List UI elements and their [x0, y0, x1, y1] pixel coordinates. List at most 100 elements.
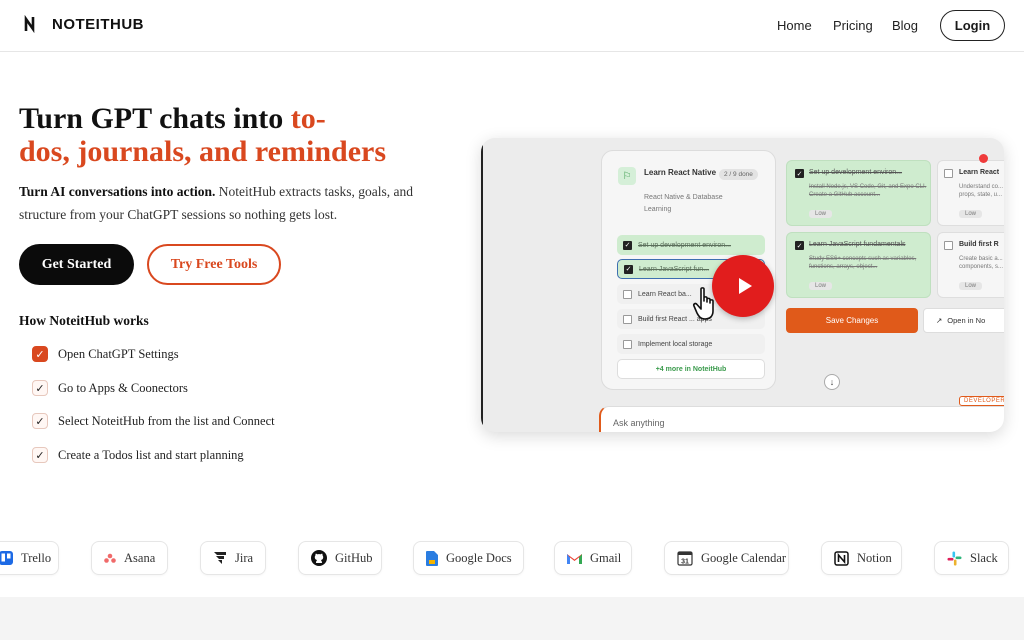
task-card-desc: Create basic a... components, s... [959, 256, 1004, 270]
integration-label: Jira [235, 550, 254, 565]
integration-label: Trello [21, 550, 52, 565]
todo-row-label: Set up development environ... [638, 241, 732, 249]
google-calendar-icon: 31 [677, 550, 693, 566]
task-card-title: Set up development environ... [809, 169, 903, 176]
play-icon [738, 278, 752, 294]
demo-video[interactable]: ⚐ Learn React Native React Native & Data… [481, 138, 1004, 432]
integration-label: Notion [857, 550, 892, 565]
todo-row-label: Implement local storage [638, 340, 713, 348]
brand-name: NOTEITHUB [52, 15, 144, 33]
integration-label: Gmail [590, 550, 622, 565]
priority-tag: Low [959, 282, 983, 290]
task-card-title: Build first R [959, 241, 999, 248]
hero-subtitle: Turn AI conversations into action. Notei… [19, 180, 459, 226]
priority-tag: Low [809, 210, 833, 218]
integration-jira[interactable]: Jira [200, 541, 266, 575]
checkbox-icon [623, 289, 632, 299]
nav-blog-link[interactable]: Blog [892, 18, 918, 33]
noteithub-logo-icon [24, 15, 35, 33]
flag-icon: ⚐ [618, 167, 636, 185]
check-icon: ✓ [32, 346, 48, 362]
hero-title-accent-1: to- [290, 102, 326, 135]
integration-google-calendar[interactable]: 31 Google Calendar [664, 541, 789, 575]
task-card-done: ✓ Set up development environ... Install … [786, 160, 931, 226]
priority-tag: Low [809, 282, 833, 290]
step-item: ✓ Open ChatGPT Settings [32, 346, 179, 362]
step-label: Create a Todos list and start planning [58, 447, 244, 462]
checkbox-icon [944, 241, 953, 250]
todo-row-label: Learn JavaScript fun... [639, 265, 710, 273]
nav-pricing-link[interactable]: Pricing [833, 18, 873, 33]
video-edge [481, 138, 483, 432]
developer-badge: DEVELOPER [959, 396, 1004, 406]
check-icon: ✓ [32, 447, 48, 463]
hero-subtitle-bold: Turn AI conversations into action. [19, 184, 216, 199]
check-icon: ✓ [32, 380, 48, 396]
integration-trello[interactable]: Trello [0, 541, 59, 575]
asana-icon [104, 550, 116, 566]
brand-logo[interactable]: NOTEITHUB [24, 15, 144, 33]
slack-icon [947, 550, 962, 566]
checkbox-icon [944, 169, 953, 178]
priority-tag: Low [959, 210, 983, 218]
hand-cursor-icon [692, 287, 714, 320]
checkbox-icon [623, 314, 632, 324]
todo-row: ✓ Set up development environ... [617, 235, 765, 255]
integration-gmail[interactable]: Gmail [554, 541, 632, 575]
next-section-band [0, 597, 1024, 640]
notion-icon [834, 550, 849, 566]
hero-title: Turn GPT chats into to- dos, journals, a… [19, 102, 459, 168]
open-label: Open in No [947, 316, 986, 325]
integration-google-docs[interactable]: Google Docs [413, 541, 524, 575]
play-button[interactable] [712, 255, 774, 317]
task-card-done: ✓ Learn JavaScript fundamentals Study ES… [786, 232, 931, 298]
integration-label: Asana [124, 550, 156, 565]
check-icon: ✓ [32, 413, 48, 429]
integration-notion[interactable]: Notion [821, 541, 902, 575]
google-docs-icon [426, 550, 438, 566]
todo-card-subtitle: React Native & Database Learning [644, 194, 723, 213]
top-nav: NOTEITHUB Home Pricing Blog Login [0, 0, 1024, 52]
recording-dot-icon [979, 154, 988, 163]
open-in-noteithub-button: ↗ Open in No [923, 308, 1004, 333]
checkbox-checked-icon: ✓ [623, 240, 632, 250]
jira-icon [213, 550, 227, 566]
integration-label: GitHub [335, 550, 373, 565]
login-button[interactable]: Login [940, 10, 1005, 41]
how-it-works-title: How NoteitHub works [19, 313, 149, 328]
integration-label: Slack [970, 550, 998, 565]
task-card-desc: Understand co... props, state, u... [959, 184, 1004, 198]
svg-text:31: 31 [681, 559, 689, 566]
step-item: ✓ Create a Todos list and start planning [32, 447, 244, 463]
more-in-noteithub-link: +4 more in NoteitHub [617, 359, 765, 379]
nav-home-link[interactable]: Home [777, 18, 812, 33]
hero-title-plain: Turn GPT chats into [19, 102, 291, 135]
checkbox-checked-icon: ✓ [624, 264, 633, 274]
scroll-down-icon: ↓ [824, 374, 840, 390]
integration-github[interactable]: GitHub [298, 541, 382, 575]
step-label: Open ChatGPT Settings [58, 346, 179, 361]
external-link-icon: ↗ [936, 316, 943, 325]
integration-label: Google Calendar [701, 550, 787, 565]
step-label: Go to Apps & Coonectors [58, 380, 188, 395]
todo-card-title: Learn React Native [644, 168, 717, 177]
get-started-button[interactable]: Get Started [19, 244, 134, 285]
checkbox-checked-icon: ✓ [795, 169, 804, 178]
task-card-title: Learn React [959, 169, 1000, 176]
progress-badge: 2 / 9 done [719, 169, 758, 180]
try-free-tools-button[interactable]: Try Free Tools [147, 244, 281, 285]
task-card: Build first R Create basic a... componen… [937, 232, 1004, 298]
integration-slack[interactable]: Slack [934, 541, 1009, 575]
task-card-desc: Install Node.js, VS Code, Git, and Expo … [809, 184, 927, 198]
save-changes-button: Save Changes [786, 308, 918, 333]
ask-anything-input: Ask anything [599, 406, 1004, 432]
task-card-desc: Study ES6+ concepts such as variables, f… [809, 256, 917, 270]
gmail-icon [567, 550, 582, 566]
trello-icon [0, 550, 13, 566]
task-card-title: Learn JavaScript fundamentals [809, 241, 906, 248]
integration-asana[interactable]: Asana [91, 541, 168, 575]
todo-row-label: Learn React ba... [638, 290, 692, 298]
task-card: Learn React Understand co... props, stat… [937, 160, 1004, 226]
github-icon [311, 550, 327, 566]
step-item: ✓ Select NoteitHub from the list and Con… [32, 413, 275, 429]
